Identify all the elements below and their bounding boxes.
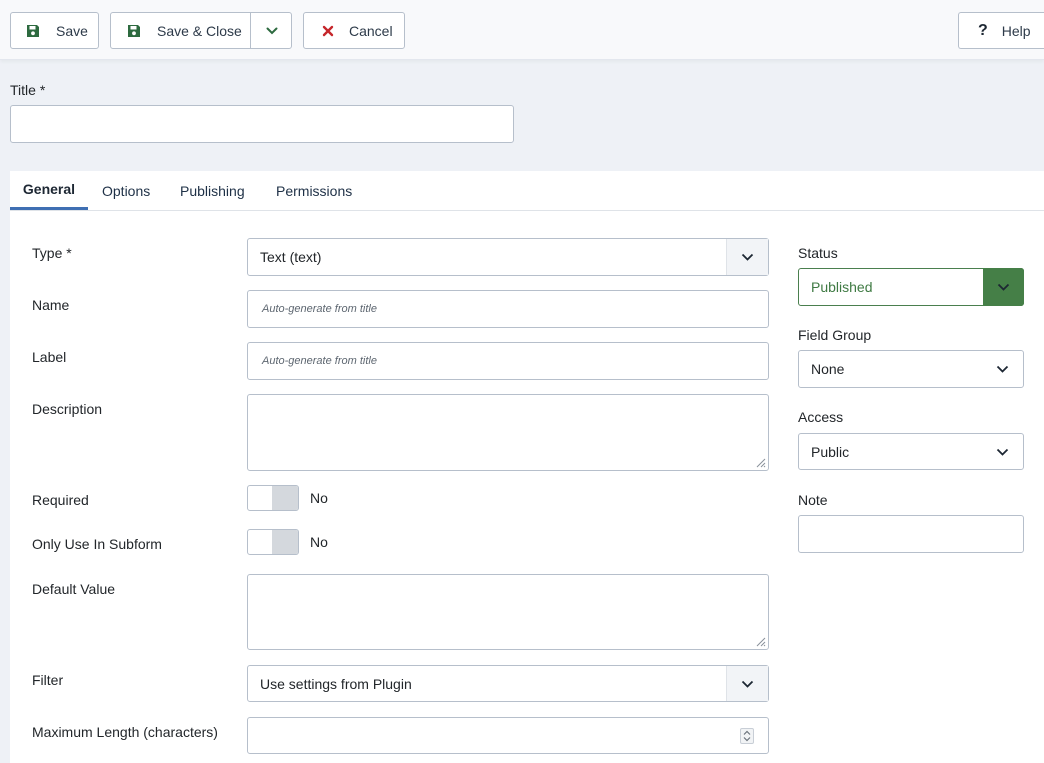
label-label: Label bbox=[32, 349, 67, 365]
close-icon bbox=[321, 24, 335, 38]
filter-label: Filter bbox=[32, 672, 64, 688]
label-placeholder: Auto-generate from title bbox=[262, 355, 377, 367]
help-button[interactable]: ? Help bbox=[958, 12, 1044, 49]
cancel-label: Cancel bbox=[349, 22, 393, 39]
toggle-knob bbox=[272, 486, 298, 510]
required-state: No bbox=[310, 490, 328, 506]
tab-general[interactable]: General bbox=[10, 171, 88, 210]
chevron-down-icon bbox=[983, 268, 1024, 306]
save-close-label: Save & Close bbox=[157, 22, 242, 39]
field-edit-card: General Options Publishing Permissions T… bbox=[10, 171, 1044, 763]
name-label: Name bbox=[32, 297, 70, 313]
note-label: Note bbox=[798, 492, 828, 508]
name-placeholder: Auto-generate from title bbox=[262, 303, 377, 315]
question-icon: ? bbox=[978, 21, 988, 39]
resize-grip-icon bbox=[756, 458, 766, 468]
only-subform-toggle[interactable] bbox=[247, 529, 299, 555]
field-group-select[interactable]: None bbox=[798, 350, 1024, 388]
access-select[interactable]: Public bbox=[798, 433, 1024, 470]
description-label: Description bbox=[32, 401, 103, 417]
help-label: Help bbox=[1001, 22, 1031, 39]
access-value: Public bbox=[811, 443, 850, 460]
floppy-disk-icon bbox=[26, 24, 40, 38]
status-select[interactable]: Published bbox=[798, 268, 1024, 306]
only-subform-state: No bbox=[310, 534, 328, 550]
chevron-down-icon bbox=[726, 666, 768, 701]
floppy-disk-icon bbox=[127, 24, 141, 38]
default-value-textarea[interactable] bbox=[247, 574, 769, 650]
required-label: Required bbox=[32, 492, 89, 508]
chevron-down-icon bbox=[726, 239, 768, 275]
save-dropdown-toggle[interactable] bbox=[251, 13, 292, 48]
max-length-label: Maximum Length (characters) bbox=[32, 724, 218, 740]
title-input[interactable] bbox=[10, 105, 514, 143]
field-group-label: Field Group bbox=[798, 327, 872, 343]
chevron-down-icon bbox=[266, 27, 277, 34]
access-label: Access bbox=[798, 409, 844, 425]
tab-bar: General Options Publishing Permissions bbox=[10, 171, 1044, 211]
required-toggle[interactable] bbox=[247, 485, 299, 511]
save-button[interactable]: Save bbox=[10, 12, 99, 49]
tab-permissions[interactable]: Permissions bbox=[276, 171, 352, 210]
note-input[interactable] bbox=[798, 515, 1024, 553]
number-spinner[interactable] bbox=[740, 728, 754, 744]
cancel-button[interactable]: Cancel bbox=[303, 12, 405, 49]
type-label: Type * bbox=[32, 245, 72, 261]
toolbar: Save Save & Close Cancel ? Help bbox=[0, 0, 1044, 60]
only-subform-label: Only Use In Subform bbox=[32, 536, 162, 552]
filter-select[interactable]: Use settings from Plugin bbox=[247, 665, 769, 702]
resize-grip-icon bbox=[756, 637, 766, 647]
save-label: Save bbox=[56, 22, 88, 39]
filter-value: Use settings from Plugin bbox=[260, 675, 412, 692]
save-close-button[interactable]: Save & Close bbox=[110, 12, 292, 49]
chevron-down-icon bbox=[981, 434, 1023, 469]
default-value-label: Default Value bbox=[32, 581, 116, 597]
type-value: Text (text) bbox=[260, 249, 322, 265]
description-textarea[interactable] bbox=[247, 394, 769, 471]
type-select[interactable]: Text (text) bbox=[247, 238, 769, 276]
label-input[interactable]: Auto-generate from title bbox=[247, 342, 769, 380]
chevron-down-icon bbox=[981, 351, 1023, 387]
tab-publishing[interactable]: Publishing bbox=[180, 171, 245, 210]
name-input[interactable]: Auto-generate from title bbox=[247, 290, 769, 328]
tab-options[interactable]: Options bbox=[102, 171, 150, 210]
status-label: Status bbox=[798, 245, 838, 261]
toggle-knob bbox=[272, 530, 298, 554]
status-value: Published bbox=[811, 279, 873, 295]
field-group-value: None bbox=[811, 361, 845, 377]
title-label: Title * bbox=[10, 82, 46, 98]
max-length-input[interactable] bbox=[247, 717, 769, 754]
